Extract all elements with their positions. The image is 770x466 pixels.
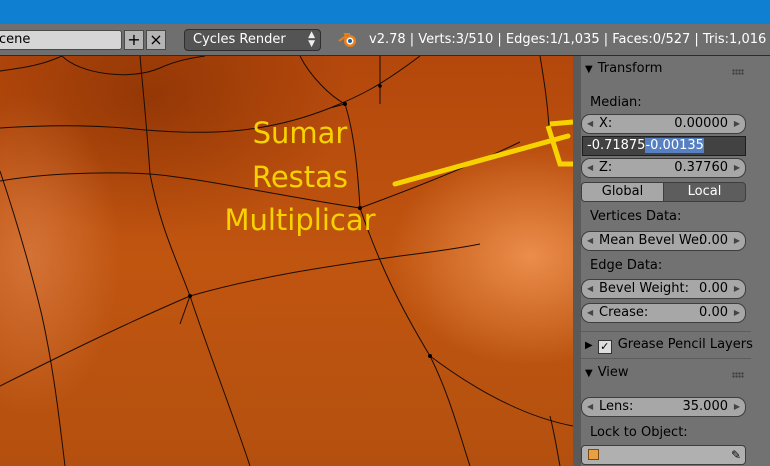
global-button[interactable]: Global [581, 182, 664, 202]
plus-icon[interactable]: + [124, 30, 144, 50]
local-button[interactable]: Local [663, 182, 746, 202]
window-top-strip [0, 0, 770, 24]
increment-arrow-icon[interactable]: ▶ [734, 304, 740, 322]
annotation-multiplicar: Multiplicar [224, 203, 376, 237]
cube-object-icon [588, 449, 599, 460]
info-header: cene + × Cycles Render ▲ ▼ v2.78 | Verts:… [0, 24, 770, 56]
z-label: Z: [599, 160, 613, 175]
crease-field[interactable]: ◀ Crease: 0.00 ▶ [581, 303, 746, 323]
annotation-arrow [392, 133, 571, 187]
vertices-data-label: Vertices Data: [590, 209, 682, 224]
increment-arrow-icon[interactable]: ▶ [734, 159, 740, 177]
3d-viewport[interactable]: Sumar Restas Multiplicar [0, 56, 573, 466]
grease-pencil-title: Grease Pencil Layers [617, 337, 753, 352]
drag-grip-icon[interactable] [732, 372, 744, 378]
section-divider [581, 358, 751, 359]
edit-text-selected: -0.00135 [645, 138, 704, 153]
render-engine-label: Cycles Render [193, 32, 286, 47]
crease-value: 0.00 [699, 305, 728, 320]
view-header[interactable]: ▼ View [585, 365, 629, 387]
checkbox-checked-icon[interactable]: ✓ [597, 340, 612, 354]
scene-name-field[interactable]: cene [0, 30, 122, 50]
dropdown-arrows-icon: ▲ ▼ [308, 30, 315, 49]
space-toggle: Global Local [581, 182, 746, 202]
decrement-arrow-icon[interactable]: ◀ [587, 398, 593, 416]
lens-value: 35.000 [682, 399, 729, 414]
increment-arrow-icon[interactable]: ▶ [734, 280, 740, 298]
properties-panel: ▼ Transform Median: ◀ X: 0.00000 ▶ -0.718… [573, 56, 770, 466]
mean-bevel-weight-field[interactable]: ◀ Mean Bevel We: 0.00 ▶ [581, 231, 746, 251]
z-value: 0.37760 [674, 160, 728, 175]
mean-bevel-label: Mean Bevel We: [599, 233, 704, 248]
blender-logo-icon [338, 33, 356, 47]
bevel-weight-label: Bevel Weight: [599, 281, 690, 296]
transform-header[interactable]: ▼ Transform [585, 61, 662, 83]
x-value: 0.00000 [674, 116, 728, 131]
decrement-arrow-icon[interactable]: ◀ [587, 280, 593, 298]
lock-object-field[interactable]: ✎ [581, 445, 746, 465]
decrement-arrow-icon[interactable]: ◀ [587, 115, 593, 133]
x-icon[interactable]: × [146, 30, 166, 50]
decrement-arrow-icon[interactable]: ◀ [587, 232, 593, 250]
bevel-weight-value: 0.00 [699, 281, 728, 296]
median-y-edit-field[interactable]: -0.71875-0.00135 [582, 136, 746, 156]
mean-bevel-value: 0.00 [699, 233, 728, 248]
crease-label: Crease: [599, 305, 649, 320]
bevel-weight-field[interactable]: ◀ Bevel Weight: 0.00 ▶ [581, 279, 746, 299]
lens-label: Lens: [599, 399, 634, 414]
decrement-arrow-icon[interactable]: ◀ [587, 159, 593, 177]
panel-edge [573, 56, 581, 466]
lock-to-object-label: Lock to Object: [590, 425, 688, 440]
view-title: View [597, 365, 629, 380]
drag-grip-icon[interactable] [732, 69, 744, 75]
edit-text: -0.71875 [587, 138, 646, 153]
scene-stats: v2.78 | Verts:3/510 | Edges:1/1,035 | Fa… [369, 32, 770, 47]
grease-pencil-header[interactable]: ▶ ✓ Grease Pencil Layers [585, 337, 753, 359]
increment-arrow-icon[interactable]: ▶ [734, 115, 740, 133]
edge-data-label: Edge Data: [590, 258, 663, 273]
render-engine-dropdown[interactable]: Cycles Render ▲ ▼ [184, 29, 321, 51]
collapse-triangle-icon: ▼ [585, 368, 593, 379]
median-z-field[interactable]: ◀ Z: 0.37760 ▶ [581, 158, 746, 178]
annotation-sumar: Sumar [252, 116, 348, 150]
increment-arrow-icon[interactable]: ▶ [734, 398, 740, 416]
annotation-restas: Restas [251, 160, 349, 194]
collapse-triangle-icon: ▼ [585, 64, 593, 75]
median-x-field[interactable]: ◀ X: 0.00000 ▶ [581, 114, 746, 134]
x-label: X: [599, 116, 613, 131]
eyedropper-icon[interactable]: ✎ [731, 446, 741, 464]
transform-title: Transform [597, 61, 663, 76]
decrement-arrow-icon[interactable]: ◀ [587, 304, 593, 322]
median-label: Median: [590, 95, 642, 110]
expand-triangle-icon: ▶ [585, 340, 593, 351]
lens-field[interactable]: ◀ Lens: 35.000 ▶ [581, 397, 746, 417]
increment-arrow-icon[interactable]: ▶ [734, 232, 740, 250]
section-divider [581, 331, 751, 332]
